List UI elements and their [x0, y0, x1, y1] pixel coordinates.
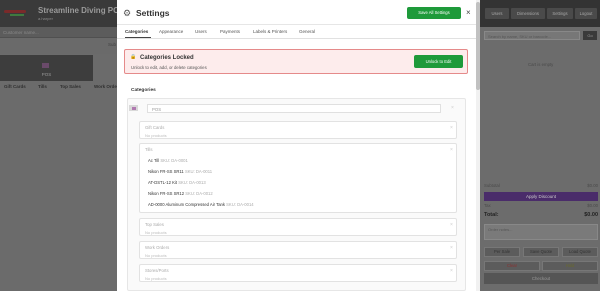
product-name: Ac Till: [148, 158, 160, 163]
category-work-orders[interactable]: Work Orde: [94, 84, 117, 89]
product-sku: SKU: DA-0011: [184, 169, 213, 174]
category-note: No products: [145, 230, 167, 235]
delete-icon: ×: [450, 125, 453, 131]
subtotal-label: Subtotal: [484, 183, 500, 188]
delete-icon: ×: [450, 222, 453, 228]
category-row: Top Sales No products ×: [139, 218, 457, 236]
customer-placeholder: Customer name...: [3, 30, 39, 35]
cart-empty: Cart is empty: [528, 62, 554, 67]
hold-button[interactable]: Hold: [542, 261, 598, 271]
total-label: Total:: [484, 212, 499, 218]
banner-subtitle: Unlock to edit, add, or delete categorie…: [131, 65, 207, 70]
product-sku: SKU: DA-0012: [185, 191, 213, 196]
category-name: Tills: [145, 147, 153, 152]
product-item: Ac Till SKU: DA-0001: [148, 158, 188, 163]
tax-label: Tax: [484, 203, 491, 208]
apply-discount-label: Apply Discount: [525, 194, 556, 199]
subtotal-value: $0.00: [587, 183, 598, 188]
lock-icon: 🔒: [130, 54, 137, 60]
delete-icon: ×: [450, 268, 453, 274]
category-top-sales[interactable]: Top Sales: [60, 84, 81, 89]
category-tills[interactable]: Tills: [38, 84, 47, 89]
category-name: Top Sales: [145, 222, 164, 227]
per-sale-button[interactable]: Per Sale: [484, 247, 520, 257]
tax-value: $0.00: [587, 203, 598, 208]
root-category-name: POS: [152, 107, 162, 112]
product-name: AT-DSTL-12 Kit: [148, 180, 178, 185]
product-item: AT-DSTL-12 Kit SKU: DA-0013: [148, 180, 206, 185]
settings-tabs: Categories Appearance Users Payments Lab…: [117, 25, 476, 39]
settings-button[interactable]: Settings: [547, 8, 573, 19]
category-note: No products: [145, 133, 167, 138]
unlock-to-edit-button[interactable]: Unlock to Edit: [414, 55, 463, 68]
category-note: No products: [145, 276, 167, 281]
cart-panel: Search by name, SKU or barcode... Go Car…: [480, 27, 600, 291]
settings-modal: ⚙ Settings Save All Settings × Categorie…: [117, 0, 476, 291]
modal-header: ⚙ Settings Save All Settings ×: [117, 0, 476, 25]
product-item: Nikon FR-SS SR11 SKU: DA-0011: [148, 169, 212, 174]
scrollbar-thumb[interactable]: [476, 2, 480, 90]
tab-users[interactable]: Users: [195, 29, 207, 34]
category-gift-cards[interactable]: Gift Cards: [4, 84, 26, 89]
modal-title: Settings: [136, 8, 170, 18]
dimensions-button[interactable]: Dimensions: [511, 8, 545, 19]
sub-label: Sub: [108, 42, 117, 47]
save-all-settings-button[interactable]: Save All Settings: [407, 7, 461, 19]
category-note: No products: [145, 253, 167, 258]
total-value: $0.00: [584, 212, 598, 218]
customer-input[interactable]: Customer name...: [0, 27, 120, 38]
category-name: Work Orders: [145, 245, 170, 250]
close-icon[interactable]: ×: [466, 8, 471, 17]
product-item: Nikon FR-SS SR12 SKU: DA-0012: [148, 191, 213, 196]
app-user: a.harper: [38, 16, 53, 21]
category-row: Stores/Ports No products ×: [139, 264, 457, 282]
tab-labels-printers[interactable]: Labels & Printers: [253, 29, 287, 34]
product-name: Nikon FR-SS SR11: [148, 169, 184, 174]
tab-general[interactable]: General: [299, 29, 315, 34]
load-quote-button[interactable]: Load Quote: [562, 247, 598, 257]
category-row: Tills × Ac Till SKU: DA-0001 Nikon FR-SS…: [139, 143, 457, 213]
delete-icon: ×: [450, 245, 453, 251]
category-name: Gift Cards: [145, 125, 165, 130]
search-go-button[interactable]: Go: [583, 31, 597, 40]
category-name: Stores/Ports: [145, 268, 169, 273]
clear-button[interactable]: Clear: [484, 261, 540, 271]
tab-categories[interactable]: Categories: [125, 29, 148, 34]
pos-tile[interactable]: POS: [0, 55, 93, 81]
app-logo: [4, 6, 26, 20]
category-row: Work Orders No products ×: [139, 241, 457, 259]
left-strip: [0, 38, 120, 54]
product-sku: SKU: DA-0014: [226, 202, 254, 207]
product-sku: SKU: DA-0001: [160, 158, 188, 163]
users-button[interactable]: Users: [485, 8, 509, 19]
category-row: Gift Cards No products ×: [139, 121, 457, 139]
checkout-button[interactable]: Checkout: [484, 273, 598, 284]
pos-icon: [42, 63, 49, 68]
logout-button[interactable]: Logout: [575, 8, 597, 19]
product-name: AD-0000 Aluminum Compressed Air Tank: [148, 202, 225, 207]
order-notes-input[interactable]: Order notes...: [484, 224, 598, 240]
delete-icon: ×: [450, 147, 453, 153]
app-title: Streamline Diving POS: [38, 6, 125, 15]
tab-payments[interactable]: Payments: [220, 29, 240, 34]
banner-title: Categories Locked: [140, 55, 194, 61]
gear-icon: ⚙: [123, 8, 132, 18]
pos-category-icon: [129, 105, 138, 111]
product-name: Nikon FR-SS SR12: [148, 191, 185, 196]
tab-appearance[interactable]: Appearance: [159, 29, 183, 34]
categories-section-label: Categories: [131, 88, 156, 93]
right-header: Users Dimensions Settings Logout: [480, 0, 600, 27]
product-search-input[interactable]: Search by name, SKU or barcode...: [484, 31, 580, 40]
apply-discount-button[interactable]: Apply Discount: [484, 192, 598, 201]
pos-tile-label: POS: [41, 72, 52, 77]
save-quote-button[interactable]: Save Quote: [523, 247, 559, 257]
active-tab-indicator: [125, 37, 151, 38]
categories-locked-banner: 🔒 Categories Locked Unlock to edit, add,…: [124, 49, 468, 74]
root-category: POS: [147, 104, 441, 113]
modal-scrollbar[interactable]: [476, 0, 480, 291]
product-sku: SKU: DA-0013: [178, 180, 206, 185]
product-item: AD-0000 Aluminum Compressed Air Tank SKU…: [148, 202, 254, 207]
delete-icon: ×: [451, 105, 454, 111]
